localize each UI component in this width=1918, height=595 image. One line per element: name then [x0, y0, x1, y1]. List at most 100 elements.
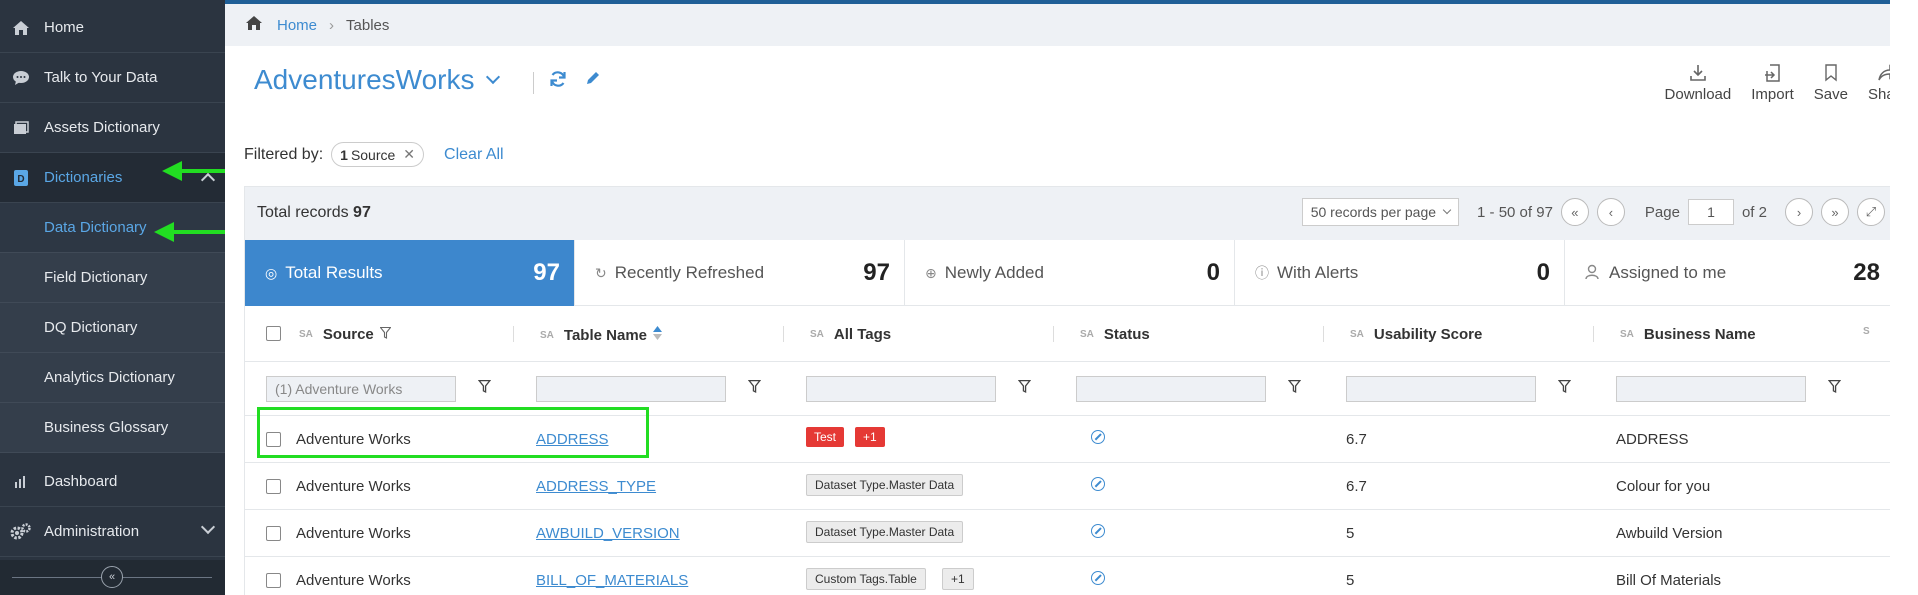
- tag-badge[interactable]: Dataset Type.Master Data: [806, 474, 964, 496]
- table-row[interactable]: Adventure Works AWBUILD_VERSION Dataset …: [245, 510, 1895, 557]
- pagination: 50 records per page 1 - 50 of 97 « ‹ Pag…: [1301, 198, 1885, 226]
- next-page-button[interactable]: ›: [1785, 198, 1813, 226]
- sidebar: Home Talk to Your Data Assets Dictionary…: [0, 0, 225, 595]
- sort-ascending-icon[interactable]: [653, 326, 662, 344]
- source-filter-input[interactable]: (1) Adventure Works: [266, 376, 456, 402]
- clear-all-link[interactable]: Clear All: [444, 146, 504, 164]
- card-value: 97: [533, 259, 560, 286]
- sidebar-subitem-label: Data Dictionary: [44, 219, 147, 236]
- filter-icon[interactable]: [379, 326, 392, 343]
- save-button[interactable]: Save: [1804, 60, 1858, 103]
- download-button[interactable]: Download: [1655, 60, 1742, 103]
- column-header-source[interactable]: SA Source: [299, 326, 392, 343]
- filter-icon[interactable]: [1287, 379, 1302, 398]
- sidebar-subitem-label: Field Dictionary: [44, 269, 148, 286]
- select-all-checkbox[interactable]: [266, 326, 281, 341]
- sa-badge: SA: [810, 329, 824, 340]
- breadcrumb-current: Tables: [346, 16, 390, 34]
- expand-button[interactable]: ⤢: [1857, 198, 1885, 226]
- sidebar-subitem-label: Business Glossary: [44, 419, 169, 436]
- card-label: Total Results: [285, 263, 383, 282]
- bookmark-icon: [1824, 60, 1838, 82]
- column-header-status[interactable]: SA Status: [1080, 326, 1150, 343]
- chevron-left-icon: ‹: [1608, 204, 1614, 220]
- usability-filter-input[interactable]: [1346, 376, 1536, 402]
- filter-icon[interactable]: [1827, 379, 1842, 398]
- column-header-all-tags[interactable]: SA All Tags: [810, 326, 891, 343]
- results-panel: Total records 97 50 records per page 1 -…: [244, 186, 1895, 595]
- table-row[interactable]: Adventure Works BILL_OF_MATERIALS Custom…: [245, 557, 1895, 595]
- column-label: Business Name: [1643, 326, 1756, 343]
- table-name-link[interactable]: ADDRESS_TYPE: [536, 478, 656, 495]
- filter-icon[interactable]: [477, 379, 492, 398]
- table-row[interactable]: Adventure Works ADDRESS_TYPE Dataset Typ…: [245, 463, 1895, 510]
- more-tags-badge[interactable]: +1: [942, 568, 974, 590]
- close-icon[interactable]: ✕: [403, 146, 415, 163]
- status-filter-input[interactable]: [1076, 376, 1266, 402]
- tag-badge[interactable]: Test: [806, 427, 845, 447]
- home-icon[interactable]: [245, 15, 263, 35]
- filter-chip-source[interactable]: 1 Source ✕: [331, 142, 425, 167]
- row-checkbox[interactable]: [266, 526, 281, 541]
- sidebar-item-assets-dictionary[interactable]: Assets Dictionary: [0, 103, 225, 153]
- tag-badge[interactable]: Custom Tags.Table: [806, 568, 926, 590]
- svg-text:D: D: [17, 174, 24, 185]
- card-assigned-to-me[interactable]: Assigned to me 28: [1565, 240, 1895, 306]
- import-button[interactable]: Import: [1741, 60, 1804, 103]
- prev-page-button[interactable]: ‹: [1596, 198, 1625, 226]
- page-total: of 2: [1741, 203, 1767, 221]
- save-label: Save: [1813, 86, 1848, 103]
- double-chevron-left-icon: «: [1571, 204, 1579, 220]
- filter-icon[interactable]: [1017, 379, 1032, 398]
- status-icon: [1091, 477, 1105, 491]
- business-name-filter-input[interactable]: [1616, 376, 1806, 402]
- table-name-link[interactable]: BILL_OF_MATERIALS: [536, 572, 688, 589]
- home-icon: [10, 19, 32, 37]
- sidebar-item-dashboard[interactable]: Dashboard: [0, 457, 225, 507]
- sidebar-subitem-label: Analytics Dictionary: [44, 369, 175, 386]
- sidebar-subitem-business-glossary[interactable]: Business Glossary: [0, 403, 225, 453]
- refresh-icon[interactable]: [549, 70, 567, 93]
- column-label: Status: [1103, 326, 1150, 343]
- page-number-input[interactable]: 1: [1687, 199, 1734, 225]
- dictionary-icon: D: [10, 169, 32, 187]
- first-page-button[interactable]: «: [1560, 198, 1589, 226]
- sidebar-subitem-dq-dictionary[interactable]: DQ Dictionary: [0, 303, 225, 353]
- more-tags-badge[interactable]: +1: [855, 427, 885, 447]
- usability-score-cell: 6.7: [1346, 431, 1367, 448]
- usability-score-cell: 5: [1346, 572, 1355, 589]
- sidebar-subitem-analytics-dictionary[interactable]: Analytics Dictionary: [0, 353, 225, 403]
- table-name-link[interactable]: AWBUILD_VERSION: [536, 525, 680, 542]
- column-header-business-name[interactable]: SA Business Name: [1620, 326, 1756, 343]
- card-newly-added[interactable]: ⊕ Newly Added 0: [905, 240, 1235, 306]
- sidebar-item-home[interactable]: Home: [0, 3, 225, 53]
- sidebar-subitem-field-dictionary[interactable]: Field Dictionary: [0, 253, 225, 303]
- column-header-table-name[interactable]: SA Table Name: [540, 326, 662, 344]
- column-header-usability-score[interactable]: SA Usability Score: [1350, 326, 1482, 343]
- card-label: Assigned to me: [1609, 263, 1727, 282]
- card-total-results[interactable]: ◎ Total Results 97: [245, 240, 575, 306]
- filter-icon[interactable]: [1557, 379, 1572, 398]
- row-checkbox[interactable]: [266, 573, 281, 588]
- records-per-page-select[interactable]: 50 records per page: [1301, 198, 1460, 226]
- column-header-next[interactable]: S: [1863, 326, 1880, 337]
- table-name-filter-input[interactable]: [536, 376, 726, 402]
- edit-pencil-icon[interactable]: [585, 70, 601, 91]
- card-recently-refreshed[interactable]: ↻ Recently Refreshed 97: [575, 240, 905, 306]
- breadcrumb-home-link[interactable]: Home: [277, 17, 317, 34]
- card-with-alerts[interactable]: ⓘ With Alerts 0: [1235, 240, 1565, 306]
- chart-icon: [10, 473, 32, 491]
- tags-filter-input[interactable]: [806, 376, 996, 402]
- user-icon: [1585, 264, 1601, 283]
- row-checkbox[interactable]: [266, 479, 281, 494]
- sidebar-item-talk-to-data[interactable]: Talk to Your Data: [0, 53, 225, 103]
- page-title-dropdown[interactable]: AdventuresWorks: [254, 64, 501, 96]
- import-icon: [1764, 60, 1782, 82]
- sidebar-item-administration[interactable]: Administration: [0, 507, 225, 557]
- card-label: Newly Added: [944, 263, 1044, 282]
- collapse-sidebar-button[interactable]: «: [101, 566, 123, 588]
- last-page-button[interactable]: »: [1821, 198, 1849, 226]
- filter-icon[interactable]: [747, 379, 762, 398]
- double-chevron-left-icon: «: [108, 571, 116, 583]
- tag-badge[interactable]: Dataset Type.Master Data: [806, 521, 964, 543]
